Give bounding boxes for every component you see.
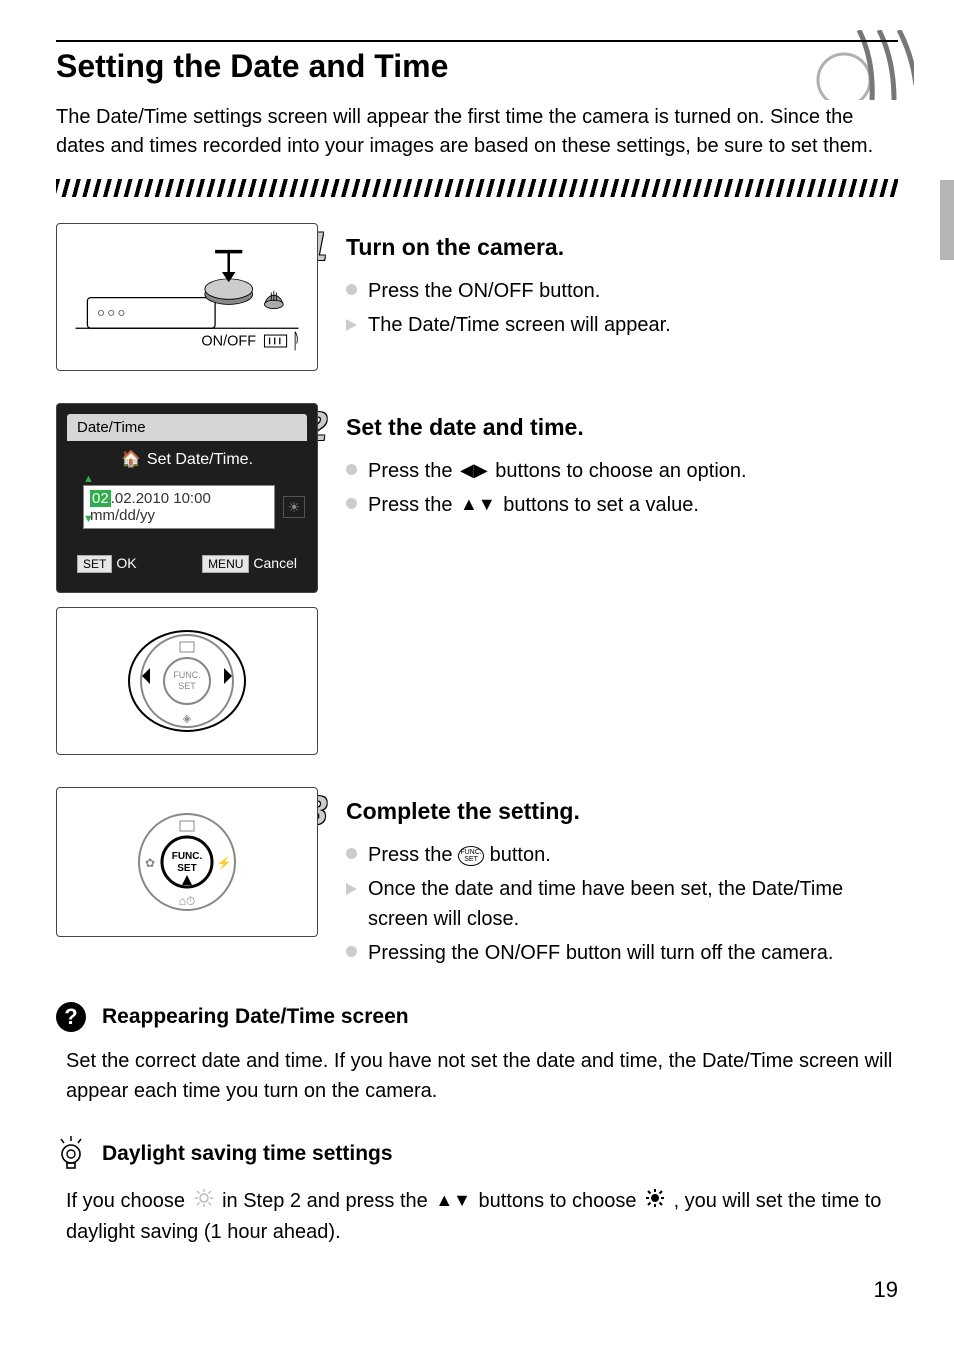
svg-text:FUNC.: FUNC. (173, 670, 201, 680)
dst-icon: ☀︎ (283, 496, 305, 518)
step-title-2: Set the date and time. (346, 414, 584, 441)
figure-control-wheel-lr: FUNC. SET ◈ (56, 607, 318, 755)
step-2-item-2: Press the ▲▼ buttons to set a value. (346, 490, 898, 520)
svg-text:◈: ◈ (183, 713, 192, 725)
svg-text:FUNC.: FUNC. (172, 851, 203, 862)
tip-title-1: Reappearing Date/Time screen (102, 1005, 409, 1029)
svg-text:SET: SET (178, 681, 196, 691)
step-3-text: 3 Complete the setting. Press the FUNC.S… (346, 787, 898, 972)
sun-off-icon (194, 1187, 214, 1217)
figure-column: FUNC. SET ✿ ⚡ ⌂⏱ (56, 787, 318, 951)
tip-body-1: Set the correct date and time. If you ha… (56, 1042, 898, 1106)
section-title-wrap: Setting the Date and Time (56, 40, 898, 85)
up-down-icon: ▲▼ (435, 1187, 471, 1214)
tip-dst: Daylight saving time settings If you cho… (56, 1136, 898, 1247)
section-title: Setting the Date and Time (56, 48, 898, 85)
onoff-label: ON/OFF (201, 333, 256, 349)
func-set-icon: FUNC.SET (458, 846, 484, 866)
lightbulb-icon (56, 1136, 86, 1172)
question-icon: ? (56, 1002, 86, 1032)
tab-indicator (940, 180, 954, 260)
sun-on-icon (645, 1187, 665, 1217)
step-title-3: Complete the setting. (346, 798, 580, 825)
step-title-1: Turn on the camera. (346, 234, 564, 261)
figure-datetime-screen: Date/Time 🏠Set Date/Time. ▲ 02.02.2010 1… (56, 403, 318, 593)
step-1: ON/OFF 1 Turn on the camera. Press the O… (56, 223, 898, 385)
step-1-text: 1 Turn on the camera. Press the ON/OFF b… (346, 223, 898, 344)
svg-text:⚡: ⚡ (217, 856, 232, 870)
svg-text:⌂⏱: ⌂⏱ (179, 894, 196, 908)
tip-title-2: Daylight saving time settings (102, 1142, 393, 1166)
svg-text:SET: SET (177, 863, 196, 874)
dt-footer: SETOK MENUCancel (67, 529, 307, 571)
step-3: FUNC. SET ✿ ⚡ ⌂⏱ 3 Complete the setting.… (56, 787, 898, 972)
step-2: Date/Time 🏠Set Date/Time. ▲ 02.02.2010 1… (56, 403, 898, 769)
page-number: 19 (874, 1277, 898, 1303)
step-2-item-1: Press the ◀▶ buttons to choose an option… (346, 456, 898, 486)
figure-onoff: ON/OFF (56, 223, 318, 371)
figure-control-wheel-func: FUNC. SET ✿ ⚡ ⌂⏱ (56, 787, 318, 937)
hatch-divider (56, 179, 898, 197)
step-3-item-3: Pressing the ON/OFF button will turn off… (346, 938, 898, 968)
left-right-icon: ◀▶ (460, 457, 488, 484)
tip-body-2: If you choose in Step 2 and press the ▲▼… (56, 1182, 898, 1247)
step-1-item-1: Press the ON/OFF button. (346, 276, 898, 306)
figure-column: ON/OFF (56, 223, 318, 385)
dt-subheader: 🏠Set Date/Time. (67, 441, 307, 485)
dt-value: 02.02.2010 10:00 mm/dd/yy (83, 485, 275, 529)
page: Setting the Date and Time The Date/Time … (0, 0, 954, 1345)
dt-header: Date/Time (67, 414, 307, 441)
step-3-item-1: Press the FUNC.SET button. (346, 840, 898, 870)
up-down-icon: ▲▼ (460, 491, 496, 518)
intro-text: The Date/Time settings screen will appea… (56, 103, 898, 161)
step-1-item-2: The Date/Time screen will appear. (346, 310, 898, 340)
step-2-text: 2 Set the date and time. Press the ◀▶ bu… (346, 403, 898, 524)
svg-text:✿: ✿ (145, 856, 155, 870)
tip-reappearing: ? Reappearing Date/Time screen Set the c… (56, 1002, 898, 1106)
step-3-item-2: Once the date and time have been set, th… (346, 874, 898, 934)
figure-column: Date/Time 🏠Set Date/Time. ▲ 02.02.2010 1… (56, 403, 318, 769)
